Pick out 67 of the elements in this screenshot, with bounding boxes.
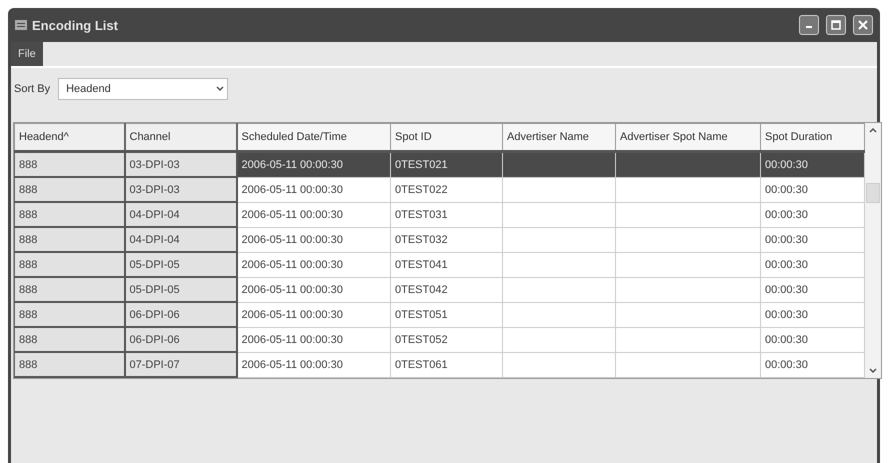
sort-label: Sort By — [14, 83, 50, 95]
column-header[interactable]: Advertiser Spot Name — [616, 124, 760, 152]
table-cell: 2006-05-11 00:00:30 — [236, 302, 390, 327]
column-header[interactable]: Channel — [124, 124, 236, 152]
table-cell: 03-DPI-03 — [124, 152, 236, 177]
table-cell: 04-DPI-04 — [124, 227, 236, 252]
minimize-button[interactable] — [799, 15, 819, 35]
scroll-down-icon[interactable] — [869, 368, 877, 374]
table-cell: 2006-05-11 00:00:30 — [236, 227, 390, 252]
table-cell: 0TEST061 — [390, 352, 502, 377]
table-cell: 00:00:30 — [760, 202, 864, 227]
table-cell: 00:00:30 — [760, 327, 864, 352]
maximize-icon — [831, 20, 841, 30]
table-cell: 05-DPI-05 — [124, 277, 236, 302]
table-cell: 06-DPI-06 — [124, 302, 236, 327]
caret-icon — [216, 86, 224, 92]
table-cell: 2006-05-11 00:00:30 — [236, 152, 390, 177]
table-cell: 0TEST032 — [390, 227, 502, 252]
scroll-thumb[interactable] — [866, 183, 880, 203]
table-cell: 05-DPI-05 — [124, 252, 236, 277]
column-header[interactable]: Advertiser Name — [502, 124, 616, 152]
table-cell: 888 — [14, 327, 124, 352]
table-cell: 0TEST052 — [390, 327, 502, 352]
table-cell: 0TEST031 — [390, 202, 502, 227]
table-cell: 00:00:30 — [760, 227, 864, 252]
table-cell: 0TEST051 — [390, 302, 502, 327]
table-cell: 00:00:30 — [760, 152, 864, 177]
window-icon — [15, 20, 27, 30]
table-cell: 00:00:30 — [760, 277, 864, 302]
maximize-button[interactable] — [826, 15, 846, 35]
table-cell: 888 — [14, 252, 124, 277]
column-header[interactable]: Spot ID — [390, 124, 502, 152]
table-cell: 00:00:30 — [760, 177, 864, 202]
table-cell: 888 — [14, 277, 124, 302]
table-cell: 06-DPI-06 — [124, 327, 236, 352]
table-cell: 2006-05-11 00:00:30 — [236, 202, 390, 227]
table-cell: 07-DPI-07 — [124, 352, 236, 377]
window-title: Encoding List — [32, 18, 119, 32]
table-cell: 03-DPI-03 — [124, 177, 236, 202]
table-cell: 888 — [14, 177, 124, 202]
table-cell: 888 — [14, 352, 124, 377]
table-cell: 0TEST021 — [390, 152, 502, 177]
table-cell: 00:00:30 — [760, 352, 864, 377]
table-cell: 2006-05-11 00:00:30 — [236, 252, 390, 277]
table-cell: 2006-05-11 00:00:30 — [236, 352, 390, 377]
table-cell: 00:00:30 — [760, 302, 864, 327]
column-header[interactable]: Scheduled Date/Time — [236, 124, 390, 152]
scroll-up-icon[interactable] — [869, 127, 877, 133]
close-icon — [858, 20, 868, 30]
table-cell: 888 — [14, 227, 124, 252]
sort-dropdown[interactable]: Headend — [58, 78, 228, 100]
table-cell: 888 — [14, 152, 124, 177]
table-cell: 2006-05-11 00:00:30 — [236, 177, 390, 202]
table-cell: 0TEST041 — [390, 252, 502, 277]
table-cell: 888 — [14, 202, 124, 227]
table-cell: 0TEST042 — [390, 277, 502, 302]
column-header[interactable]: Headend^ — [14, 124, 124, 152]
table-cell: 00:00:30 — [760, 252, 864, 277]
table-cell: 0TEST022 — [390, 177, 502, 202]
column-header[interactable]: Spot Duration — [760, 124, 864, 152]
menu-item[interactable]: File — [11, 42, 43, 66]
scrollbar[interactable] — [865, 123, 881, 378]
table-cell: 04-DPI-04 — [124, 202, 236, 227]
table-cell: 2006-05-11 00:00:30 — [236, 277, 390, 302]
close-button[interactable] — [853, 15, 873, 35]
table-cell: 2006-05-11 00:00:30 — [236, 327, 390, 352]
table-cell: 888 — [14, 302, 124, 327]
